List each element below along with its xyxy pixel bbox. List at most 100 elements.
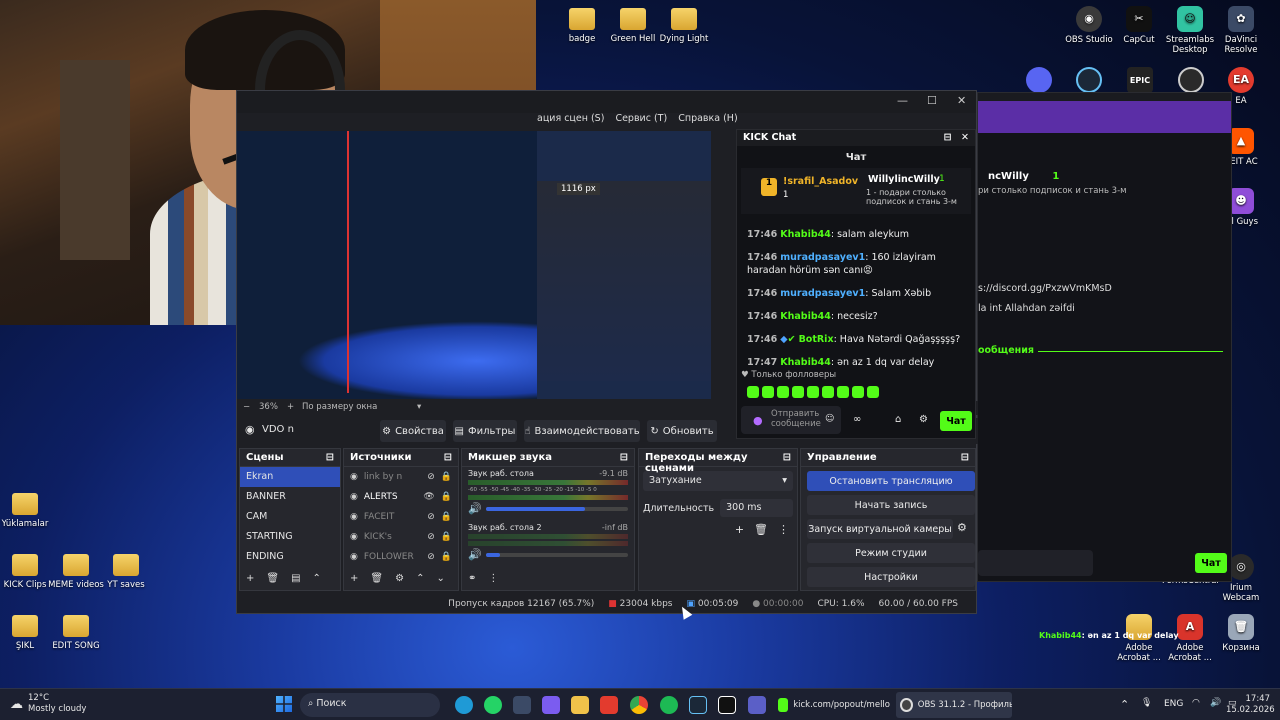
lock-icon[interactable]: 🔒: [441, 532, 452, 542]
trash-icon[interactable]: 🗑: [370, 573, 383, 587]
browser-send-button[interactable]: Чат: [1195, 553, 1227, 573]
volume-slider[interactable]: [485, 506, 628, 511]
kick-chat-window[interactable]: KICK Chat ⊟ ✕ Чат 1 !srafil_Asadov 1 Wil…: [736, 129, 976, 439]
lock-icon[interactable]: 🔒: [441, 472, 452, 482]
volume-icon[interactable]: 🔊: [1210, 698, 1221, 708]
obs-preview[interactable]: 1116 px: [237, 131, 711, 399]
start-recording-button[interactable]: Начать запись: [807, 495, 975, 515]
eye-off-icon[interactable]: ⊘: [427, 532, 435, 542]
weather-widget[interactable]: ☁ 12°C Mostly cloudy: [10, 693, 86, 715]
scene-item[interactable]: STARTING: [240, 527, 340, 547]
chevron-up-icon[interactable]: ⌃: [313, 573, 321, 587]
desktop-icon-obs[interactable]: ◉ OBS Studio: [1061, 6, 1117, 45]
more-icon[interactable]: ⋮: [778, 523, 789, 536]
close-icon[interactable]: ✕: [957, 94, 966, 107]
discord-icon[interactable]: [1026, 67, 1052, 93]
file-explorer-icon[interactable]: [571, 696, 589, 714]
emote-icon[interactable]: [777, 386, 789, 398]
source-item[interactable]: ◉ KICK's ⊘ 🔒: [344, 527, 458, 547]
infinity-icon[interactable]: ∞: [853, 414, 861, 425]
taskbar-kick-tab[interactable]: kick.com/popout/mello: [778, 693, 890, 717]
scene-item[interactable]: Ekran: [240, 467, 340, 487]
interact-button[interactable]: ☝ Взаимодействовать: [524, 420, 640, 442]
eye-icon[interactable]: 👁: [423, 492, 434, 502]
transition-select[interactable]: Затухание ▾: [643, 471, 793, 491]
refresh-button[interactable]: ↻ Обновить: [647, 420, 717, 442]
chevron-down-icon[interactable]: ▾: [417, 402, 421, 412]
chrome-icon[interactable]: [630, 696, 648, 714]
add-icon[interactable]: +: [246, 573, 254, 587]
maximize-icon[interactable]: ☐: [927, 94, 937, 107]
more-icon[interactable]: ⋮: [488, 573, 498, 587]
zoom-in-button[interactable]: +: [287, 402, 294, 412]
taskbar-obs-tab[interactable]: OBS 31.1.2 - Профиль: Б: [896, 692, 1012, 718]
emote-icon[interactable]: [867, 386, 879, 398]
dock-menu-icon[interactable]: ⊟: [944, 132, 952, 143]
desktop-icon-recycle-bin[interactable]: 🗑 Корзина: [1213, 614, 1269, 653]
store-icon[interactable]: ⌂: [895, 414, 901, 425]
emote-icon[interactable]: [792, 386, 804, 398]
scene-item[interactable]: CAM: [240, 507, 340, 527]
duration-input[interactable]: 300 ms: [720, 499, 793, 517]
gear-icon[interactable]: ⚙: [395, 573, 404, 587]
steam-icon[interactable]: [689, 696, 707, 714]
chevron-up-icon[interactable]: ⌃: [1120, 698, 1129, 711]
emote-icon[interactable]: [762, 386, 774, 398]
chat-send-button[interactable]: Чат: [940, 411, 972, 431]
browser-discord-link[interactable]: s://discord.gg/PxzwVmKMsD: [978, 283, 1112, 294]
lock-icon[interactable]: 🔒: [441, 552, 452, 562]
lock-icon[interactable]: 🔒: [441, 512, 452, 522]
add-icon[interactable]: +: [350, 573, 358, 587]
dock-menu-icon[interactable]: ⊟: [326, 452, 334, 463]
app-icon[interactable]: [513, 696, 531, 714]
lock-icon[interactable]: 🔒: [441, 492, 452, 502]
rockstar-icon[interactable]: [1178, 67, 1204, 93]
media-icon[interactable]: [600, 696, 618, 714]
stop-stream-button[interactable]: Остановить трансляцию: [807, 471, 975, 491]
desktop-icon-edit-song[interactable]: EDIT SONG: [40, 615, 112, 651]
emote-icon[interactable]: [837, 386, 849, 398]
menu-tools[interactable]: Сервис (T): [615, 113, 667, 124]
filters-button[interactable]: ▤ Фильтры: [453, 420, 517, 442]
link-icon[interactable]: ⚭: [468, 573, 476, 587]
desktop-icon-yt-saves[interactable]: YT saves: [90, 554, 162, 590]
start-button[interactable]: [276, 696, 292, 712]
epic-games-icon[interactable]: EPIC: [1127, 67, 1153, 93]
kick-browser-window[interactable]: ncWilly 1 ри столько подписок и стань 3-…: [977, 92, 1232, 582]
zoom-out-button[interactable]: −: [243, 402, 250, 412]
dock-menu-icon[interactable]: ⊟: [961, 452, 969, 463]
capcut-icon[interactable]: [718, 696, 736, 714]
zoom-mode[interactable]: По размеру окна: [302, 402, 377, 412]
emote-icon[interactable]: [747, 386, 759, 398]
add-icon[interactable]: +: [735, 523, 744, 536]
microphone-icon[interactable]: 🎙: [1141, 698, 1152, 708]
source-item[interactable]: ◉ FACEIT ⊘ 🔒: [344, 507, 458, 527]
source-item[interactable]: ◉ link by n ⊘ 🔒: [344, 467, 458, 487]
filter-icon[interactable]: ▤: [291, 573, 300, 587]
edge-icon[interactable]: [455, 696, 473, 714]
copilot-icon[interactable]: [542, 696, 560, 714]
pinned-user[interactable]: !srafil_Asadov: [783, 176, 858, 187]
emoji-icon[interactable]: ☺: [825, 414, 834, 424]
menu-scene-collection[interactable]: ация сцен (S): [537, 113, 604, 124]
chevron-down-icon[interactable]: ⌄: [436, 573, 444, 587]
gear-icon[interactable]: ⚙: [957, 521, 967, 534]
search-box[interactable]: ⌕ Поиск: [300, 693, 440, 717]
close-icon[interactable]: ✕: [961, 132, 969, 143]
settings-button[interactable]: Настройки: [807, 567, 975, 587]
scene-item[interactable]: ENDING: [240, 547, 340, 567]
speaker-icon[interactable]: 🔊: [468, 502, 482, 515]
dock-menu-icon[interactable]: ⊟: [620, 452, 628, 463]
chevron-up-icon[interactable]: ⌃: [416, 573, 424, 587]
scene-item[interactable]: BANNER: [240, 487, 340, 507]
desktop-icon-dying-light[interactable]: Dying Light: [648, 8, 720, 44]
browser-chat-input[interactable]: [978, 550, 1093, 576]
emote-icon[interactable]: [822, 386, 834, 398]
spotify-icon[interactable]: [660, 696, 678, 714]
desktop-icon-streamlabs[interactable]: ☺ Streamlabs Desktop: [1162, 6, 1218, 55]
minimize-icon[interactable]: —: [897, 94, 908, 107]
trash-icon[interactable]: 🗑: [754, 523, 768, 536]
trash-icon[interactable]: 🗑: [266, 573, 279, 587]
wifi-icon[interactable]: ◠: [1192, 698, 1200, 708]
emote-icon[interactable]: [852, 386, 864, 398]
